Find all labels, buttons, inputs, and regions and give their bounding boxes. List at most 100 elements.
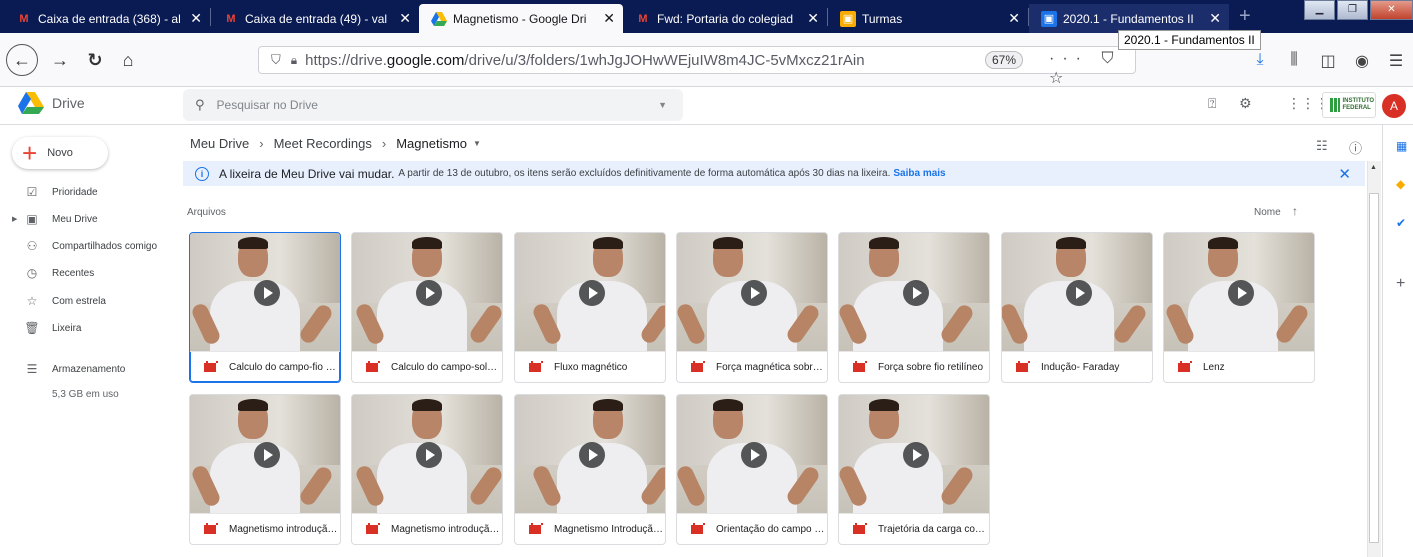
play-icon[interactable] xyxy=(903,442,929,468)
sort-label[interactable]: Nome xyxy=(1254,207,1281,218)
sidebar-item-prioridade[interactable]: ☑ Prioridade xyxy=(0,181,180,203)
breadcrumb-meu-drive[interactable]: Meu Drive xyxy=(190,136,249,151)
file-card[interactable]: Orientação do campo m... xyxy=(676,394,828,545)
account-icon[interactable]: ◉ xyxy=(1345,51,1379,71)
browser-tab-fundamentos[interactable]: ▣ 2020.1 - Fundamentos II ✕ xyxy=(1029,4,1229,33)
bookmark-star-icon[interactable]: ☆ xyxy=(1049,70,1071,87)
sort-arrow-up-icon[interactable]: ↑ xyxy=(1292,204,1298,218)
new-button[interactable]: + Novo xyxy=(12,137,108,169)
page-actions[interactable]: ··· ⛉ ☆ xyxy=(1049,50,1135,88)
search-input[interactable]: ⚲ Pesquisar no Drive ▼ xyxy=(183,89,683,121)
library-icon[interactable]: ⫼ xyxy=(1277,51,1311,71)
list-view-icon[interactable]: ☷ xyxy=(1316,138,1328,154)
close-tab-icon[interactable]: ✕ xyxy=(603,10,615,27)
sidebar-item-recentes[interactable]: ◷ Recentes xyxy=(0,262,180,284)
play-icon[interactable] xyxy=(254,280,280,306)
file-card[interactable]: Força magnética sobre ... xyxy=(676,232,828,383)
add-addon-icon[interactable]: + xyxy=(1396,275,1405,293)
back-button[interactable]: ← xyxy=(6,44,38,76)
close-tab-icon[interactable]: ✕ xyxy=(399,10,411,27)
calendar-icon[interactable]: ▦ xyxy=(1396,139,1407,153)
browser-tab-drive[interactable]: Magnetismo - Google Dri ✕ xyxy=(419,4,623,33)
url-bar[interactable]: ⛉ 🔒︎ https://drive. google.com/drive/u/3/… xyxy=(258,46,1136,87)
close-icon[interactable]: ✕ xyxy=(1338,165,1351,183)
institute-logo[interactable]: INSTITUTO FEDERAL xyxy=(1322,92,1376,118)
browser-tab-gmail-3[interactable]: M Fwd: Portaria do colegiad ✕ xyxy=(623,4,827,33)
play-icon[interactable] xyxy=(416,442,442,468)
expand-arrow-icon[interactable]: ▶ xyxy=(12,215,17,223)
play-icon[interactable] xyxy=(1066,280,1092,306)
breadcrumb-magnetismo[interactable]: Magnetismo xyxy=(396,136,467,151)
video-thumbnail[interactable] xyxy=(839,395,989,513)
maximize-button[interactable]: ❐ xyxy=(1337,0,1368,20)
home-button[interactable]: ⌂ xyxy=(113,45,143,75)
sidebar-item-armazenamento[interactable]: ☰ Armazenamento xyxy=(0,358,180,380)
help-icon[interactable]: ⍰ xyxy=(1208,95,1216,112)
more-icon[interactable]: ··· xyxy=(1049,50,1089,67)
video-thumbnail[interactable] xyxy=(839,233,989,351)
close-tab-icon[interactable]: ✕ xyxy=(1008,10,1020,27)
breadcrumb-meet-recordings[interactable]: Meet Recordings xyxy=(274,136,372,151)
file-card[interactable]: Trajetória da carga com... xyxy=(838,394,990,545)
play-icon[interactable] xyxy=(1228,280,1254,306)
video-thumbnail[interactable] xyxy=(352,233,502,351)
file-card[interactable]: Calculo do campo-fio e ... xyxy=(189,232,341,383)
learn-more-link[interactable]: Saiba mais xyxy=(893,168,945,179)
close-tab-icon[interactable]: ✕ xyxy=(1209,10,1221,27)
file-card[interactable]: Magnetismo Introdução 3 xyxy=(514,394,666,545)
keep-icon[interactable]: ◆ xyxy=(1396,177,1405,191)
browser-tab-gmail-2[interactable]: M Caixa de entrada (49) - val ✕ xyxy=(211,4,419,33)
play-icon[interactable] xyxy=(903,280,929,306)
browser-tab-gmail-1[interactable]: M Caixa de entrada (368) - al ✕ xyxy=(4,4,210,33)
scrollbar-thumb[interactable] xyxy=(1369,193,1379,543)
video-thumbnail[interactable] xyxy=(190,395,340,513)
download-icon[interactable]: ⤓ xyxy=(1243,51,1277,71)
shield-icon[interactable]: ⛉ xyxy=(271,52,281,68)
drive-logo[interactable]: Drive xyxy=(18,92,85,114)
video-thumbnail[interactable] xyxy=(352,395,502,513)
search-options-icon[interactable]: ▼ xyxy=(658,100,667,110)
play-icon[interactable] xyxy=(579,280,605,306)
reload-button[interactable]: ↻ xyxy=(80,45,110,75)
video-thumbnail[interactable] xyxy=(515,233,665,351)
file-card[interactable]: Calculo do campo-solen... xyxy=(351,232,503,383)
video-thumbnail[interactable] xyxy=(190,233,340,351)
pocket-icon[interactable]: ⛉ xyxy=(1101,50,1121,67)
search-icon[interactable]: ⚲ xyxy=(195,97,205,113)
file-card[interactable]: Força sobre fio retilíneo xyxy=(838,232,990,383)
chevron-down-icon[interactable]: ▼ xyxy=(473,139,481,148)
new-tab-button[interactable]: + xyxy=(1229,5,1261,28)
video-thumbnail[interactable] xyxy=(1164,233,1314,351)
file-card[interactable]: Magnetismo introdução... xyxy=(351,394,503,545)
forward-button[interactable]: → xyxy=(45,45,75,75)
sidebar-item-lixeira[interactable]: 🗑︎ Lixeira xyxy=(0,317,180,339)
file-card[interactable]: Indução- Faraday xyxy=(1001,232,1153,383)
play-icon[interactable] xyxy=(741,442,767,468)
scroll-up-arrow-icon[interactable]: ▲ xyxy=(1370,164,1377,171)
tasks-icon[interactable]: ✔ xyxy=(1396,216,1406,230)
zoom-indicator[interactable]: 67% xyxy=(985,51,1024,69)
play-icon[interactable] xyxy=(254,442,280,468)
sidebar-item-com-estrela[interactable]: ☆ Com estrela xyxy=(0,290,180,312)
file-card[interactable]: Lenz xyxy=(1163,232,1315,383)
play-icon[interactable] xyxy=(741,280,767,306)
close-window-button[interactable]: ✕ xyxy=(1370,0,1413,20)
browser-tab-turmas[interactable]: ▣ Turmas ✕ xyxy=(828,4,1028,33)
play-icon[interactable] xyxy=(416,280,442,306)
video-thumbnail[interactable] xyxy=(677,233,827,351)
menu-icon[interactable]: ☰ xyxy=(1379,51,1413,71)
avatar[interactable]: A xyxy=(1382,94,1406,118)
video-thumbnail[interactable] xyxy=(677,395,827,513)
gear-icon[interactable]: ⚙ xyxy=(1239,95,1252,112)
sidebar-item-meu-drive[interactable]: ▶ ▣ Meu Drive xyxy=(0,208,180,230)
play-icon[interactable] xyxy=(579,442,605,468)
video-thumbnail[interactable] xyxy=(515,395,665,513)
file-card[interactable]: Magnetismo introdução... xyxy=(189,394,341,545)
sidebar-icon[interactable]: ◫ xyxy=(1311,51,1345,71)
video-thumbnail[interactable] xyxy=(1002,233,1152,351)
close-tab-icon[interactable]: ✕ xyxy=(190,10,202,27)
info-icon[interactable]: ⓘ xyxy=(1349,138,1362,157)
sidebar-item-compartilhados[interactable]: ⚇ Compartilhados comigo xyxy=(0,235,180,257)
close-tab-icon[interactable]: ✕ xyxy=(807,10,819,27)
file-card[interactable]: Fluxo magnético xyxy=(514,232,666,383)
